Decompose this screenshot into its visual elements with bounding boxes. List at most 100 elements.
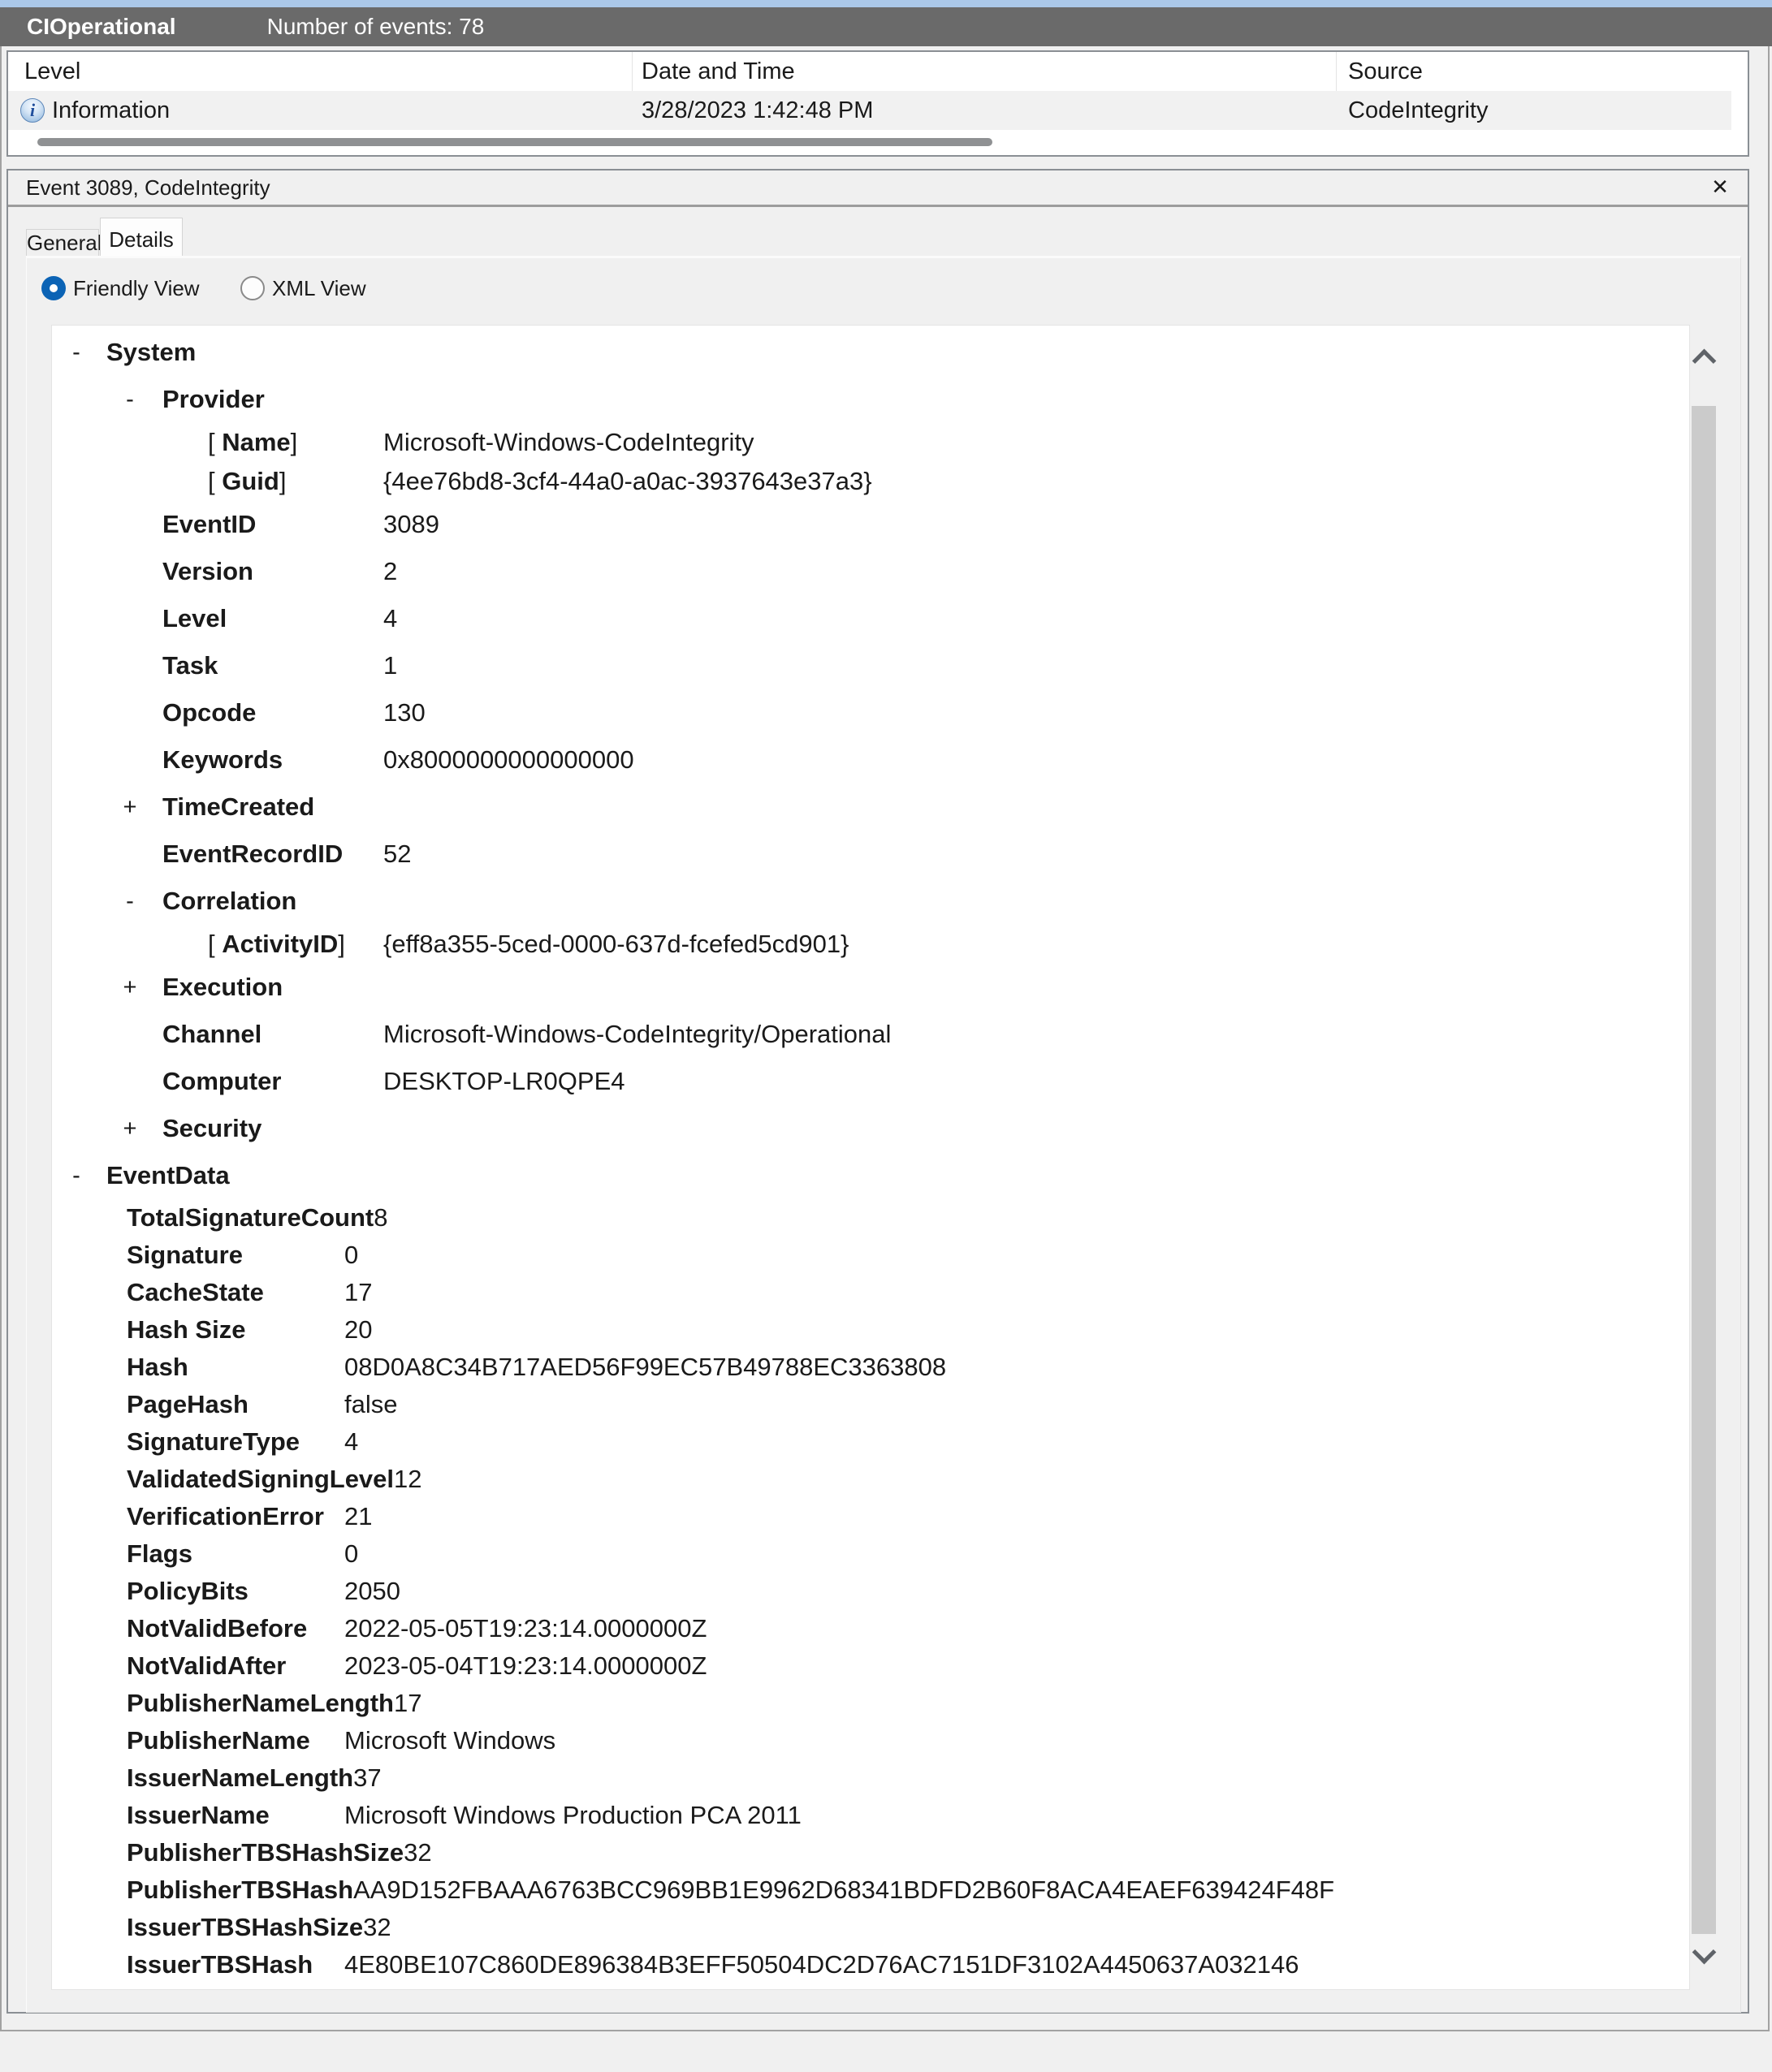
collapse-toggle-icon[interactable]: - [120,376,140,423]
chevron-down-icon[interactable] [1692,1940,1717,1965]
tree-row-flags: Flags 0 [52,1535,1689,1573]
collapse-toggle-icon[interactable]: - [67,329,86,376]
tree-row-computer: Computer DESKTOP-LR0QPE4 [52,1058,1689,1105]
tab-details[interactable]: Details [100,218,183,256]
tree-row-value: 0 [344,1241,359,1269]
column-header-level[interactable]: Level [8,52,633,91]
tree-row-label: CacheState [127,1278,264,1306]
tree-row-value: 32 [363,1913,391,1941]
tree-row-notvalidbefore: NotValidBefore 2022-05-05T19:23:14.000000… [52,1610,1689,1647]
tree-row-publishername: PublisherName Microsoft Windows [52,1722,1689,1759]
detail-panel-title: Event 3089, CodeIntegrity [26,175,270,200]
tree-row-label: EventRecordID [162,840,344,868]
friendly-view-radio[interactable] [41,276,66,300]
tree-row-value: 0 [344,1539,359,1568]
tree-row-label: PublisherName [127,1726,310,1755]
tree-row-value: 32 [404,1838,432,1867]
tree-row-label: Computer [162,1067,282,1095]
tree-row-issuertbshashsize: IssuerTBSHashSize32 [52,1909,1689,1946]
tree-row-value: 52 [383,840,412,868]
event-row[interactable]: i Information 3/28/2023 1:42:48 PM CodeI… [8,91,1731,130]
event-date-time: 3/28/2023 1:42:48 PM [642,97,874,123]
tree-row-publishernamelength: PublisherNameLength17 [52,1685,1689,1722]
tree-row-label: Flags [127,1539,192,1568]
events-count: Number of events: 78 [266,14,485,39]
collapse-toggle-icon[interactable]: - [67,1152,86,1199]
tree-row-value: 12 [394,1465,422,1493]
tree-row-system: - System [52,329,1689,376]
tree-row-value: AA9D152FBAAA6763BCC969BB1E9962D68341BDFD… [353,1876,1335,1904]
column-header-date-and-time[interactable]: Date and Time [633,52,1337,91]
tree-row-value: 4E80BE107C860DE896384B3EFF50504DC2D76AC7… [344,1950,1299,1979]
detail-panel-header: Event 3089, CodeIntegrity ✕ [8,171,1748,205]
tree-row-label: PublisherTBSHashSize [127,1838,404,1867]
tree-row-label: PageHash [127,1390,249,1418]
tree-row-issuernamelength: IssuerNameLength37 [52,1759,1689,1797]
tree-row-value: 20 [344,1315,373,1344]
tab-general[interactable]: General [26,229,102,256]
vertical-scrollbar-thumb[interactable] [1692,406,1716,1934]
tree-row-label: PolicyBits [127,1577,249,1605]
horizontal-scrollbar-thumb[interactable] [37,138,992,146]
tree-row-provider: - Provider [52,376,1689,423]
tree-row-value: Microsoft Windows [344,1726,556,1755]
tree-row-label: Version [162,557,253,585]
tree-row-keywords: Keywords 0x8000000000000000 [52,736,1689,783]
tree-row-label: IssuerTBSHashSize [127,1913,364,1941]
tree-row-channel: Channel Microsoft-Windows-CodeIntegrity/O… [52,1011,1689,1058]
event-list-panel: Level Date and Time Source i Information… [6,50,1749,157]
tree-row-value: 4 [383,604,398,632]
tree-row-value: 8 [374,1203,388,1232]
xml-view-radio-label[interactable]: XML View [272,276,366,300]
tree-row-eventdata: - EventData [52,1152,1689,1199]
tree-row-hash-size: Hash Size 20 [52,1311,1689,1349]
tree-row-value: 08D0A8C34B717AED56F99EC57B49788EC3363808 [344,1353,947,1381]
xml-view-radio[interactable] [240,276,265,300]
tree-row-level: Level 4 [52,595,1689,642]
bracket-open: [ [208,428,223,456]
tree-row-label: Signature [127,1241,243,1269]
column-header-source[interactable]: Source [1337,52,1748,91]
tree-row-label: EventID [162,510,257,538]
tree-row-label: System [106,338,197,366]
tree-row-label: Hash [127,1353,188,1381]
expand-toggle-icon[interactable]: + [120,1105,140,1152]
tree-row-value: {4ee76bd8-3cf4-44a0-a0ac-3937643e37a3} [383,467,872,495]
close-icon[interactable]: ✕ [1707,174,1733,200]
tree-row-label: Provider [162,385,265,413]
tree-row-version: Version 2 [52,548,1689,595]
bracket-close: ] [338,930,345,958]
expand-toggle-icon[interactable]: + [120,783,140,831]
tree-row-activityid: [ ActivityID] {eff8a355-5ced-0000-637d-fc… [52,925,1689,964]
tree-row-label: PublisherTBSHash [127,1876,354,1904]
tree-row-signature: Signature 0 [52,1237,1689,1274]
tree-row-label: NotValidBefore [127,1614,308,1642]
tree-row-value: 17 [344,1278,373,1306]
tree-row-label: Task [162,651,218,680]
event-level: Information [52,97,171,123]
tree-row-issuertbshash: IssuerTBSHash 4E80BE107C860DE896384B3EFF5… [52,1946,1689,1984]
log-title-bar: CIOperational Number of events: 78 [0,7,1772,46]
vertical-scrollbar[interactable] [1692,325,1718,1990]
tree-row-value: Microsoft Windows Production PCA 2011 [344,1801,802,1829]
tree-row-correlation: - Correlation [52,878,1689,925]
tree-row-totalsignaturecount: TotalSignatureCount8 [52,1199,1689,1237]
tree-row-label: Security [162,1114,262,1142]
tree-row-value: 2 [383,557,398,585]
collapse-toggle-icon[interactable]: - [120,878,140,925]
tree-row-label: [ Name] [208,428,298,456]
horizontal-scrollbar[interactable] [8,130,1748,155]
tree-row-label: PublisherNameLength [127,1689,394,1717]
chevron-up-icon[interactable] [1692,348,1717,373]
tree-row-value: 2023-05-04T19:23:14.0000000Z [344,1651,707,1680]
information-level-icon: i [20,98,45,123]
tree-row-label: Execution [162,973,283,1001]
bracket-close: ] [279,467,287,495]
tree-row-value: 130 [383,698,426,727]
expand-toggle-icon[interactable]: + [120,964,140,1011]
tree-row-label: TotalSignatureCount [127,1203,374,1232]
tree-row-value: 1 [383,651,398,680]
friendly-view-radio-label[interactable]: Friendly View [73,276,200,300]
tree-row-label: EventData [106,1161,230,1189]
header-separator [8,205,1748,207]
